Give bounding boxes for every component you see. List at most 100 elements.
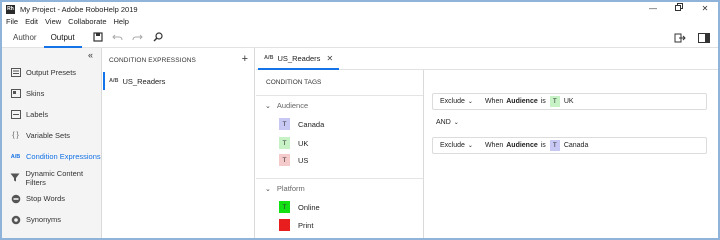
chevron-down-icon[interactable]: ⌄ (468, 142, 473, 149)
tab-author[interactable]: Author (6, 27, 44, 48)
divider (256, 178, 423, 179)
tag-label: Online (298, 202, 320, 212)
tag-us[interactable]: T US (279, 154, 308, 166)
and-joiner[interactable]: AND ⌄ (436, 119, 459, 126)
tag-label: UK (298, 138, 309, 148)
nav-label: Dynamic Content Filters (25, 168, 84, 187)
operator-dropdown[interactable]: Exclude (440, 142, 465, 149)
nav-item-variable-sets[interactable]: { } Variable Sets (2, 125, 102, 146)
collapse-panel-icon[interactable]: « (88, 50, 93, 60)
tag-uk[interactable]: T UK (279, 137, 308, 149)
is-text: is (540, 142, 546, 149)
tag-swatch: T (279, 154, 290, 166)
tag-online[interactable]: T Online (279, 201, 320, 213)
document-tab-bar: A/B US_Readers ✕ (256, 48, 718, 70)
minimize-button[interactable]: — (640, 2, 666, 16)
window-controls: — ✕ (640, 2, 718, 16)
tag-swatch: T (279, 137, 290, 149)
save-icon[interactable] (90, 29, 106, 45)
joiner-label: AND (436, 119, 451, 126)
operator-dropdown[interactable]: Exclude (440, 98, 465, 105)
nav-label: Labels (26, 110, 49, 119)
tag-value: Canada (563, 142, 589, 149)
group-audience[interactable]: ⌄ Audience (265, 101, 308, 110)
close-window-button[interactable]: ✕ (692, 2, 718, 16)
tag-swatch (279, 219, 290, 231)
menu-edit[interactable]: Edit (25, 17, 38, 26)
when-text: When (484, 98, 504, 105)
nav-list: Output Presets Skins Labels { } Variable… (2, 62, 102, 230)
nav-label: Output Presets (26, 68, 77, 77)
restore-icon (675, 3, 683, 11)
when-text: When (484, 142, 504, 149)
nav-item-synonyms[interactable]: Synonyms (2, 209, 102, 230)
redo-icon[interactable] (130, 29, 146, 45)
ab-icon: A/B (109, 78, 119, 84)
expression-rule[interactable]: Exclude ⌄ When Audience is T Canada (432, 137, 707, 154)
stop-words-icon (10, 193, 21, 204)
expression-editor: Exclude ⌄ When Audience is T UK AND ⌄ Ex… (425, 70, 718, 238)
field-name: Audience (506, 142, 538, 149)
tab-us-readers[interactable]: A/B US_Readers ✕ (258, 48, 340, 70)
add-expression-button[interactable]: + (242, 54, 248, 65)
robohelp-app-icon: Rh (6, 4, 15, 14)
variable-sets-icon: { } (12, 132, 19, 139)
tag-print[interactable]: Print (279, 219, 313, 231)
tag-label: US (298, 155, 309, 165)
tab-label: US_Readers (277, 53, 321, 63)
title-bar: Rh My Project - Adobe RoboHelp 2019 — ✕ (2, 2, 718, 16)
menu-help[interactable]: Help (114, 17, 129, 26)
nav-label: Skins (26, 89, 45, 98)
chevron-down-icon: ⌄ (453, 120, 459, 126)
group-label: Audience (276, 101, 309, 110)
menu-collaborate[interactable]: Collaborate (68, 17, 106, 26)
condition-tags-header: CONDITION TAGS (266, 79, 322, 86)
group-platform[interactable]: ⌄ Platform (265, 184, 305, 193)
window-title: My Project - Adobe RoboHelp 2019 (20, 4, 138, 14)
maximize-button[interactable] (666, 2, 692, 16)
nav-label: Synonyms (26, 215, 62, 224)
export-icon[interactable] (672, 30, 688, 46)
nav-label: Variable Sets (26, 131, 71, 140)
output-presets-icon (10, 67, 21, 78)
tag-canada[interactable]: T Canada (279, 118, 324, 130)
menu-view[interactable]: View (45, 17, 61, 26)
search-icon[interactable] (150, 29, 166, 45)
condition-expressions-panel: CONDITION EXPRESSIONS + A/B US_Readers (103, 48, 255, 238)
chevron-down-icon: ⌄ (265, 185, 271, 193)
nav-item-dynamic-content-filters[interactable]: Dynamic Content Filters (2, 167, 102, 188)
tab-output[interactable]: Output (43, 27, 82, 48)
divider (256, 95, 423, 96)
menu-bar: File Edit View Collaborate Help (2, 16, 136, 27)
nav-item-output-presets[interactable]: Output Presets (2, 62, 102, 83)
expression-rule[interactable]: Exclude ⌄ When Audience is T UK (432, 93, 707, 110)
left-nav: « Output Presets Skins Labels { } Variab… (2, 48, 102, 238)
panel-toggle-icon[interactable] (696, 30, 712, 46)
tag-value: UK (563, 98, 574, 105)
group-label: Platform (276, 184, 305, 193)
ab-icon: A/B (264, 55, 274, 61)
ab-icon: A/B (10, 153, 21, 160)
toolbar-right (664, 30, 712, 46)
field-name: Audience (506, 98, 538, 105)
nav-item-condition-expressions[interactable]: A/B Condition Expressions (2, 146, 102, 167)
nav-item-labels[interactable]: Labels (2, 104, 102, 125)
close-tab-icon[interactable]: ✕ (326, 54, 333, 63)
labels-icon (10, 109, 21, 120)
undo-icon[interactable] (110, 29, 126, 45)
nav-item-stop-words[interactable]: Stop Words (2, 188, 102, 209)
expression-item-us-readers[interactable]: A/B US_Readers (103, 72, 254, 90)
toolbar: Author Output (2, 27, 718, 48)
tag-chip: T (549, 140, 560, 151)
tag-chip: T (549, 96, 560, 107)
nav-label: Condition Expressions (26, 152, 101, 161)
nav-label: Stop Words (26, 194, 66, 203)
menu-file[interactable]: File (6, 17, 18, 26)
condition-tags-panel: CONDITION TAGS ⌄ Audience T Canada T UK … (256, 70, 424, 238)
nav-item-skins[interactable]: Skins (2, 83, 102, 104)
tag-label: Print (298, 220, 314, 230)
chevron-down-icon[interactable]: ⌄ (468, 98, 473, 105)
synonyms-icon (10, 214, 21, 225)
tag-swatch: T (279, 201, 290, 213)
tag-swatch: T (279, 118, 290, 130)
